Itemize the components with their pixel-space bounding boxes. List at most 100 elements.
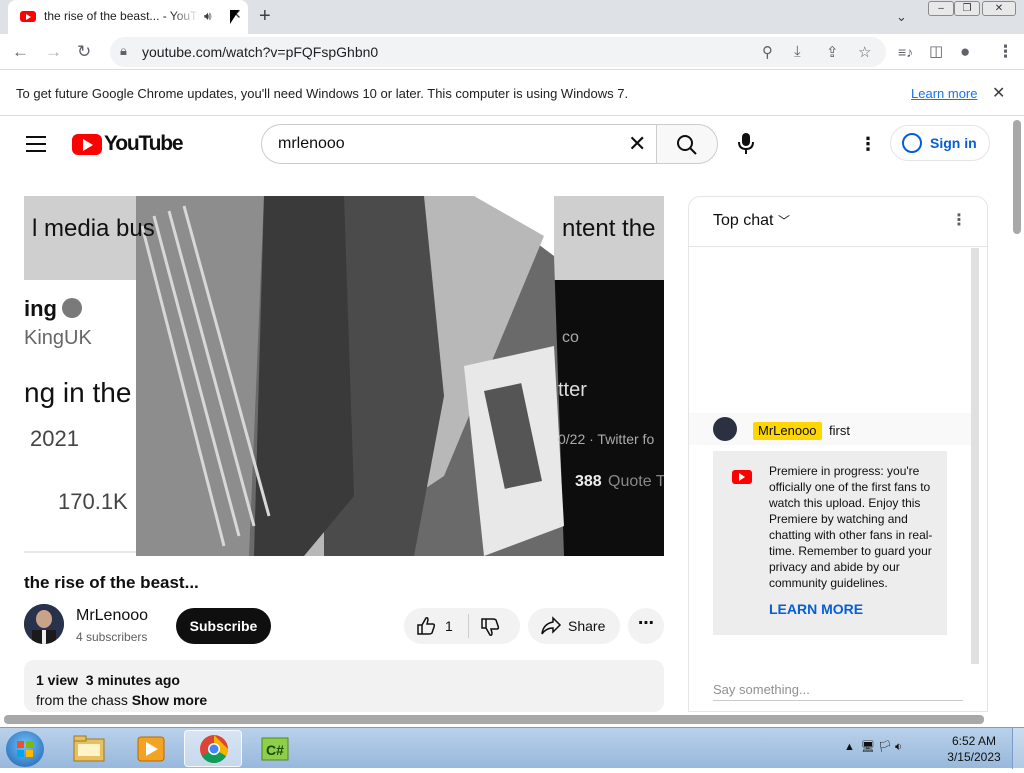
description-box[interactable]: 1 view 3 minutes ago from the chass Show… xyxy=(24,660,664,712)
microphone-icon[interactable] xyxy=(738,133,754,155)
install-icon[interactable]: ⤓ xyxy=(794,43,801,60)
chat-input[interactable]: Say something... xyxy=(713,677,963,701)
chat-input-placeholder: Say something... xyxy=(713,682,810,697)
chrome-taskbar-button[interactable] xyxy=(184,730,242,767)
tab-title: the rise of the beast... - YouTube xyxy=(44,9,199,25)
verified-badge-icon xyxy=(62,298,82,318)
infobar-close-icon[interactable]: ✕ xyxy=(992,83,1005,103)
bookmark-star-icon[interactable]: ☆ xyxy=(858,43,871,61)
clock-time: 6:52 AM xyxy=(951,734,997,748)
chat-message[interactable]: MrLenooo first xyxy=(689,413,971,445)
lock-icon[interactable]: 🔒︎ xyxy=(120,43,127,59)
explorer-taskbar-button[interactable] xyxy=(60,730,118,767)
clock-date: 3/15/2023 xyxy=(947,750,1001,764)
video-title: the rise of the beast... xyxy=(24,573,199,592)
frame-text-top-right: ntent the xyxy=(562,215,655,242)
share-button[interactable]: Share xyxy=(528,608,620,644)
live-chat-panel: Top chat ﹀ ⋮ MrLenooo first Premiere in … xyxy=(688,196,988,712)
show-desktop-button[interactable] xyxy=(1012,728,1024,769)
youtube-logo-text[interactable]: YouTube xyxy=(104,132,184,156)
settings-kebab-icon[interactable]: ⋮ xyxy=(859,134,877,155)
channel-avatar-image xyxy=(24,604,64,644)
mouse-cursor-icon xyxy=(230,10,239,24)
search-input[interactable]: mrlenooo ✕ xyxy=(261,124,656,164)
browser-toolbar: ← → ↻ 🔒︎ youtube.com/watch?v=pFQFspGhbn0… xyxy=(0,34,1024,70)
chat-message-text: first xyxy=(829,423,850,438)
sign-in-button[interactable]: Sign in xyxy=(890,125,990,161)
view-count-date: 1 view 3 minutes ago xyxy=(36,672,180,688)
channel-name[interactable]: MrLenooo xyxy=(76,607,148,625)
search-button[interactable] xyxy=(656,124,718,164)
frame-text-line: ng in the xyxy=(24,377,131,408)
page-horizontal-scroll-thumb[interactable] xyxy=(4,715,984,724)
back-icon[interactable]: ← xyxy=(12,42,29,62)
chat-options-icon[interactable]: ⋮ xyxy=(951,210,967,230)
frame-text-handle-c: co xyxy=(562,329,579,346)
guide-menu-icon[interactable] xyxy=(26,136,46,152)
minimize-window-button[interactable]: – xyxy=(928,1,954,16)
close-window-button[interactable]: ✕ xyxy=(982,1,1016,16)
infobar-learn-more-link[interactable]: Learn more xyxy=(911,86,977,101)
frame-text-date: 0/22 · Twitter fo xyxy=(558,431,654,447)
search-query[interactable]: mrlenooo xyxy=(278,135,345,153)
url-text[interactable]: youtube.com/watch?v=pFQFspGhbn0 xyxy=(142,44,378,60)
page-vertical-scroll-thumb[interactable] xyxy=(1013,120,1021,234)
update-infobar: To get future Google Chrome updates, you… xyxy=(0,71,1024,116)
clear-search-icon[interactable]: ✕ xyxy=(628,131,646,157)
chat-author-avatar xyxy=(713,417,737,441)
share-arrow-icon xyxy=(541,616,562,635)
youtube-logo-icon[interactable] xyxy=(72,134,102,155)
more-actions-button[interactable]: ⋯ xyxy=(628,608,664,644)
system-tray[interactable]: ▲ 🖥︎ 🏳︎ 🔉︎ xyxy=(844,740,902,754)
zoom-icon[interactable]: ⚲ xyxy=(762,43,773,61)
subscriber-count: 4 subscribers xyxy=(76,630,148,644)
media-icon[interactable]: ≡♪ xyxy=(898,44,913,60)
address-bar[interactable]: 🔒︎ youtube.com/watch?v=pFQFspGhbn0 ⚲ ⤓ ⇪… xyxy=(110,37,886,67)
browser-tab[interactable]: the rise of the beast... - YouTube 🔊︎ ✕ xyxy=(8,0,248,34)
youtube-favicon-icon xyxy=(20,11,36,22)
channel-avatar[interactable] xyxy=(24,604,64,644)
share-label: Share xyxy=(568,618,606,634)
infobar-message: To get future Google Chrome updates, you… xyxy=(16,86,629,101)
video-player[interactable]: l media bus ntent the ing KingUK ng in t… xyxy=(24,196,664,556)
chat-mode-dropdown[interactable]: Top chat ﹀ xyxy=(713,212,790,230)
windows-taskbar: C# ▲ 🖥︎ 🏳︎ 🔉︎ 6:52 AM 3/15/2023 xyxy=(0,727,1024,769)
audio-playing-icon[interactable]: 🔊︎ xyxy=(204,9,212,24)
tab-search-chevron-icon[interactable]: ⌄ xyxy=(896,9,907,25)
media-player-taskbar-button[interactable] xyxy=(122,730,180,767)
clock[interactable]: 6:52 AM 3/15/2023 xyxy=(944,733,1004,765)
like-thumb-icon[interactable] xyxy=(416,616,436,636)
chevron-down-icon: ﹀ xyxy=(777,214,790,228)
video-frame: l media bus ntent the ing KingUK ng in t… xyxy=(24,196,664,556)
csharp-taskbar-button[interactable]: C# xyxy=(246,730,304,767)
explorer-icon xyxy=(73,735,105,762)
chat-scrollbar[interactable] xyxy=(971,248,979,664)
chat-mode-label: Top chat xyxy=(713,212,774,229)
account-icon xyxy=(902,133,922,153)
new-tab-icon[interactable]: + xyxy=(259,5,271,28)
frame-text-quote-label: Quote T xyxy=(608,473,664,490)
frame-text-year: 2021 xyxy=(30,426,79,451)
frame-text-handle-b: KingUK xyxy=(24,327,92,349)
frame-text-word: tter xyxy=(558,379,587,401)
start-button[interactable] xyxy=(6,731,44,767)
description-snippet: from the chass xyxy=(36,692,128,708)
chat-author-name[interactable]: MrLenooo xyxy=(753,422,822,440)
premiere-learn-more-link[interactable]: LEARN MORE xyxy=(769,601,863,617)
share-icon[interactable]: ⇪ xyxy=(826,43,839,61)
show-more-link[interactable]: Show more xyxy=(132,692,207,708)
profile-icon[interactable]: ● xyxy=(960,42,970,62)
subscribe-button[interactable]: Subscribe xyxy=(176,608,271,644)
frame-text-quote-num: 388 xyxy=(575,473,602,490)
forward-icon[interactable]: → xyxy=(45,42,62,62)
dislike-thumb-icon[interactable] xyxy=(480,617,500,637)
tab-strip: the rise of the beast... - YouTube 🔊︎ ✕ … xyxy=(0,0,1024,34)
chrome-icon xyxy=(200,735,228,763)
menu-icon[interactable]: ⋮ xyxy=(997,42,1014,62)
like-count: 1 xyxy=(445,618,453,634)
svg-text:C#: C# xyxy=(266,742,284,758)
sidepanel-icon[interactable]: ◫ xyxy=(929,42,943,60)
restore-window-button[interactable]: ❐ xyxy=(954,1,980,16)
reload-icon[interactable]: ↻ xyxy=(77,42,91,62)
csharp-icon: C# xyxy=(261,737,289,761)
